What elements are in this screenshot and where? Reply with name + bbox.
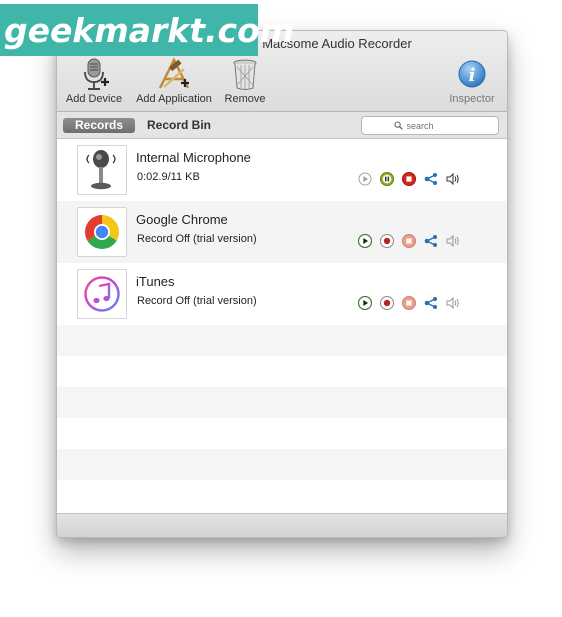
chrome-icon bbox=[77, 207, 127, 257]
add-application-button[interactable]: Add Application bbox=[132, 57, 216, 105]
source-row-internal-microphone[interactable]: Internal Microphone 0:02.9/11 KB bbox=[57, 139, 507, 201]
trash-icon bbox=[222, 57, 268, 91]
remove-button[interactable]: Remove bbox=[222, 57, 268, 105]
add-device-button[interactable]: Add Device bbox=[63, 57, 125, 105]
application-add-icon bbox=[132, 57, 216, 91]
source-name: Internal Microphone bbox=[136, 150, 251, 165]
empty-row-stripe bbox=[57, 387, 507, 418]
source-name: iTunes bbox=[136, 274, 175, 289]
source-controls bbox=[358, 172, 460, 186]
share-icon[interactable] bbox=[424, 296, 438, 310]
inspector-label: Inspector bbox=[449, 93, 495, 105]
tab-records[interactable]: Records bbox=[63, 118, 135, 133]
source-status: Record Off (trial version) bbox=[137, 233, 257, 245]
source-status: 0:02.9/11 KB bbox=[137, 171, 200, 183]
source-row-itunes[interactable]: iTunes Record Off (trial version) bbox=[57, 263, 507, 325]
svg-text:i: i bbox=[469, 65, 476, 86]
watermark-text: geekmarkt.com bbox=[4, 10, 295, 50]
share-icon[interactable] bbox=[424, 234, 438, 248]
source-controls bbox=[358, 296, 460, 310]
volume-icon[interactable] bbox=[446, 296, 460, 310]
tab-record-bin[interactable]: Record Bin bbox=[147, 118, 211, 132]
add-device-label: Add Device bbox=[65, 93, 123, 105]
source-name: Google Chrome bbox=[136, 212, 228, 227]
stop-button[interactable] bbox=[402, 172, 416, 186]
bottom-bar bbox=[57, 513, 507, 537]
empty-row-stripe bbox=[57, 449, 507, 480]
volume-icon[interactable] bbox=[446, 172, 460, 186]
stop-button[interactable] bbox=[402, 296, 416, 310]
microphone-add-icon bbox=[63, 57, 125, 91]
search-icon bbox=[393, 117, 403, 135]
inspector-button[interactable]: i Inspector bbox=[445, 57, 499, 105]
add-application-label: Add Application bbox=[136, 93, 212, 105]
source-controls bbox=[358, 234, 460, 248]
stop-button[interactable] bbox=[402, 234, 416, 248]
record-button[interactable] bbox=[380, 296, 394, 310]
source-status: Record Off (trial version) bbox=[137, 295, 257, 307]
itunes-icon bbox=[77, 269, 127, 319]
watermark: geekmarkt.com bbox=[0, 4, 294, 56]
record-button[interactable] bbox=[380, 234, 394, 248]
play-button[interactable] bbox=[358, 234, 372, 248]
play-button[interactable] bbox=[358, 296, 372, 310]
remove-label: Remove bbox=[224, 93, 266, 105]
share-icon[interactable] bbox=[424, 172, 438, 186]
search-input[interactable] bbox=[406, 120, 467, 131]
view-selector-bar: Records Record Bin bbox=[57, 112, 507, 139]
volume-icon[interactable] bbox=[446, 234, 460, 248]
play-button[interactable] bbox=[358, 172, 372, 186]
source-list: Internal Microphone 0:02.9/11 KB Google … bbox=[57, 139, 507, 513]
pause-button[interactable] bbox=[380, 172, 394, 186]
empty-row-stripe bbox=[57, 325, 507, 356]
app-window: Macsome Audio Recorder Add Device Add Ap… bbox=[56, 30, 508, 538]
microphone-icon bbox=[77, 145, 127, 195]
source-row-google-chrome[interactable]: Google Chrome Record Off (trial version) bbox=[57, 201, 507, 263]
search-field[interactable] bbox=[361, 116, 499, 135]
info-icon: i bbox=[445, 57, 499, 91]
